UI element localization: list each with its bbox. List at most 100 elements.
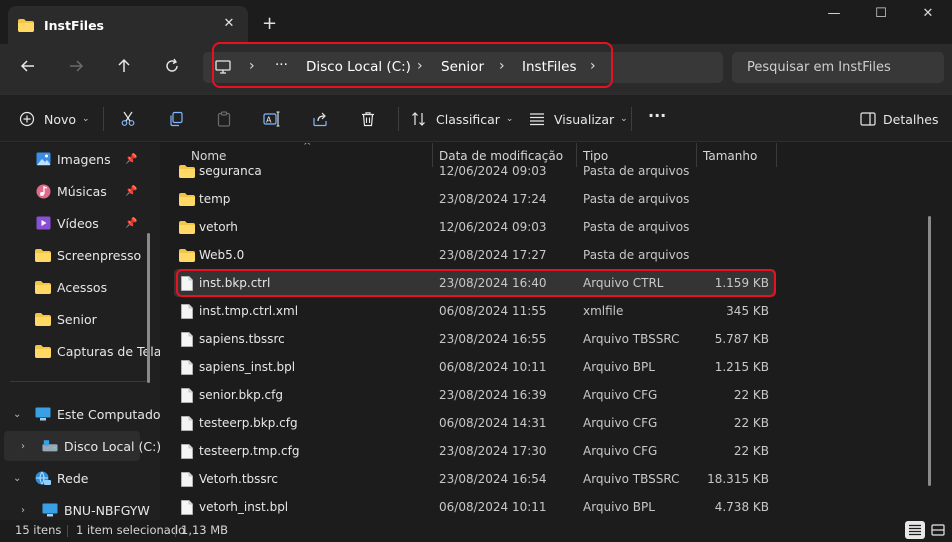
file-size: 22 KB bbox=[733, 416, 769, 430]
chevron-down-icon[interactable]: ⌄ bbox=[13, 409, 21, 420]
new-button[interactable]: Novo ⌄ bbox=[18, 109, 90, 129]
svg-text:A: A bbox=[266, 116, 272, 125]
search-input[interactable]: Pesquisar em InstFiles bbox=[747, 60, 891, 75]
tiles-view-button[interactable] bbox=[928, 521, 948, 539]
sidebar-item-label: Músicas bbox=[57, 183, 107, 199]
folder-icon bbox=[35, 279, 51, 295]
delete-button[interactable] bbox=[359, 109, 385, 129]
sidebar-item-musicas[interactable]: Músicas 📌 bbox=[0, 176, 158, 206]
rename-icon: A bbox=[263, 110, 281, 128]
file-name: vetorh bbox=[199, 220, 238, 234]
clipboard-icon bbox=[215, 110, 233, 128]
file-date: 06/08/2024 10:11 bbox=[439, 360, 547, 374]
sidebar-scrollbar[interactable] bbox=[147, 233, 150, 383]
cut-button[interactable] bbox=[119, 109, 145, 129]
details-label: Detalhes bbox=[883, 111, 939, 127]
table-row[interactable]: seguranca 12/06/2024 09:03 Pasta de arquiv… bbox=[174, 157, 776, 185]
table-row[interactable]: temp 23/08/2024 17:24 Pasta de arquivos bbox=[174, 185, 776, 213]
paste-button[interactable] bbox=[215, 109, 241, 129]
sidebar-item-label: BNU-NBFGYW bbox=[64, 502, 150, 518]
file-type: Pasta de arquivos bbox=[583, 248, 690, 262]
plus-circle-icon bbox=[18, 110, 36, 128]
sidebar-item-screenpresso[interactable]: Screenpresso bbox=[0, 240, 158, 270]
file-date: 23/08/2024 16:55 bbox=[439, 332, 547, 346]
table-row[interactable]: vetorh 12/06/2024 09:03 Pasta de arquivos bbox=[174, 213, 776, 241]
back-button[interactable] bbox=[16, 58, 40, 78]
more-options-button[interactable]: ··· bbox=[648, 105, 666, 125]
file-type: Arquivo CFG bbox=[583, 416, 658, 430]
sidebar-item-capturas[interactable]: Capturas de Tela bbox=[0, 336, 160, 366]
file-date: 23/08/2024 16:39 bbox=[439, 388, 547, 402]
file-icon bbox=[179, 443, 195, 459]
close-button[interactable]: ✕ bbox=[905, 6, 951, 26]
computer-icon bbox=[42, 502, 58, 518]
rename-button[interactable]: A bbox=[263, 109, 289, 129]
table-row[interactable]: Vetorh.tbssrc 23/08/2024 16:54 Arquivo TBS… bbox=[174, 465, 776, 493]
table-row[interactable]: inst.tmp.ctrl.xml 06/08/2024 11:55 xmlfile… bbox=[174, 297, 776, 325]
chevron-right-icon[interactable]: › bbox=[21, 441, 25, 452]
file-icon bbox=[179, 471, 195, 487]
column-divider[interactable] bbox=[776, 143, 777, 167]
file-icon bbox=[179, 499, 195, 515]
chevron-right-icon[interactable]: › bbox=[21, 505, 25, 516]
tab-instfiles[interactable]: InstFiles ✕ bbox=[8, 6, 248, 44]
table-row[interactable]: testeerp.bkp.cfg 06/08/2024 14:31 Arquivo … bbox=[174, 409, 776, 437]
sidebar-item-label: Disco Local (C:) bbox=[64, 438, 160, 454]
sidebar-item-videos[interactable]: Vídeos 📌 bbox=[0, 208, 158, 238]
pictures-icon bbox=[35, 151, 51, 167]
forward-button[interactable] bbox=[64, 58, 88, 78]
sidebar-item-imagens[interactable]: Imagens 📌 bbox=[0, 144, 158, 174]
copy-icon bbox=[167, 110, 185, 128]
sidebar-item-label: Capturas de Tela bbox=[57, 343, 160, 359]
refresh-button[interactable] bbox=[160, 58, 184, 78]
file-type: Arquivo TBSSRC bbox=[583, 472, 680, 486]
search-box[interactable]: Pesquisar em InstFiles bbox=[732, 52, 944, 83]
view-label: Visualizar bbox=[554, 111, 615, 127]
minimize-button[interactable]: — bbox=[811, 6, 857, 26]
file-size: 5.787 KB bbox=[714, 332, 769, 346]
sort-label: Classificar bbox=[436, 111, 500, 127]
chevron-down-icon[interactable]: ⌄ bbox=[13, 473, 21, 484]
table-row[interactable]: vetorh_inst.bpl 06/08/2024 10:11 Arquivo B… bbox=[174, 493, 776, 520]
folder-icon bbox=[35, 343, 51, 359]
table-row[interactable]: testeerp.tmp.cfg 23/08/2024 17:30 Arquivo … bbox=[174, 437, 776, 465]
sidebar-item-este-computador[interactable]: ⌄ Este Computador bbox=[0, 399, 160, 429]
folder-icon bbox=[35, 311, 51, 327]
sidebar-item-rede[interactable]: ⌄ Rede bbox=[0, 463, 158, 493]
file-type: Arquivo CFG bbox=[583, 444, 658, 458]
new-tab-button[interactable]: + bbox=[262, 13, 277, 34]
network-icon bbox=[35, 470, 51, 486]
file-list-scrollbar[interactable] bbox=[928, 216, 931, 486]
table-row[interactable]: Web5.0 23/08/2024 17:27 Pasta de arquivos bbox=[174, 241, 776, 269]
share-button[interactable] bbox=[311, 109, 337, 129]
file-name: sapiens.tbssrc bbox=[199, 332, 285, 346]
view-button[interactable]: Visualizar ⌄ bbox=[528, 109, 628, 129]
table-row[interactable]: sapiens_inst.bpl 06/08/2024 10:11 Arquivo … bbox=[174, 353, 776, 381]
sort-button[interactable]: Classificar ⌄ bbox=[410, 109, 513, 129]
sidebar-item-acessos[interactable]: Acessos bbox=[0, 272, 158, 302]
table-row[interactable]: sapiens.tbssrc 23/08/2024 16:55 Arquivo TB… bbox=[174, 325, 776, 353]
tab-close-icon[interactable]: ✕ bbox=[220, 16, 238, 31]
new-label: Novo bbox=[44, 111, 77, 127]
details-view-button[interactable] bbox=[905, 521, 925, 539]
file-name: senior.bkp.cfg bbox=[199, 388, 283, 402]
view-list-icon bbox=[528, 110, 546, 128]
maximize-button[interactable]: ☐ bbox=[858, 6, 904, 26]
sidebar-item-disco-local[interactable]: › Disco Local (C:) bbox=[4, 431, 160, 461]
file-name: Web5.0 bbox=[199, 248, 245, 262]
scissors-icon bbox=[119, 110, 137, 128]
arrow-up-icon bbox=[118, 58, 130, 72]
up-button[interactable] bbox=[112, 58, 136, 78]
table-row[interactable]: senior.bkp.cfg 23/08/2024 16:39 Arquivo CF… bbox=[174, 381, 776, 409]
drive-icon bbox=[42, 438, 58, 454]
file-date: 12/06/2024 09:03 bbox=[439, 220, 547, 234]
copy-button[interactable] bbox=[167, 109, 193, 129]
selection-count: 1 item selecionado bbox=[76, 523, 186, 537]
file-type: Arquivo TBSSRC bbox=[583, 332, 680, 346]
file-icon bbox=[179, 331, 195, 347]
details-button[interactable]: Detalhes bbox=[859, 109, 938, 129]
sidebar-item-senior[interactable]: Senior bbox=[0, 304, 158, 334]
file-name: temp bbox=[199, 192, 231, 206]
sidebar-item-bnu-nbfgyw[interactable]: › BNU-NBFGYW bbox=[0, 495, 158, 520]
sidebar-item-label: Imagens bbox=[57, 151, 111, 167]
